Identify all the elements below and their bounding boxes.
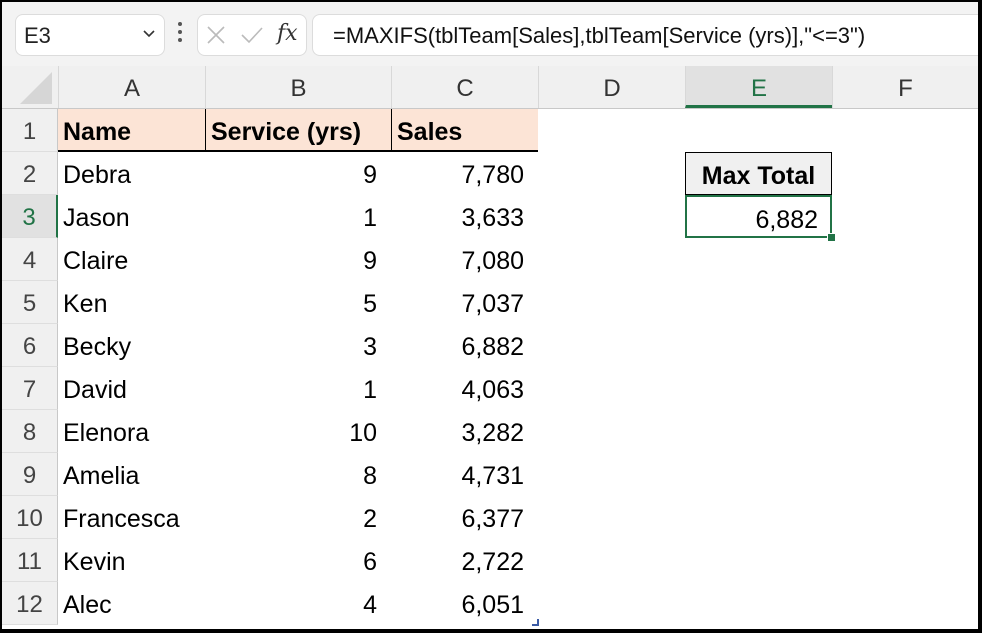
- select-all-button[interactable]: [2, 66, 58, 108]
- row-header-2[interactable]: 2: [2, 152, 58, 195]
- table-cell-service[interactable]: 1: [205, 195, 391, 238]
- table-cell-service[interactable]: 6: [205, 539, 391, 582]
- table-cell-name[interactable]: Elenora: [58, 410, 205, 453]
- close-icon[interactable]: [206, 25, 226, 45]
- insert-function-icon[interactable]: fx: [277, 21, 298, 46]
- formula-input[interactable]: =MAXIFS(tblTeam[Sales],tblTeam[Service (…: [312, 14, 978, 56]
- name-box[interactable]: E3: [15, 14, 165, 56]
- table-cell-sales[interactable]: 7,037: [391, 281, 538, 324]
- table-cell-name[interactable]: Becky: [58, 324, 205, 367]
- column-header-a[interactable]: A: [58, 66, 205, 108]
- table-header-sales[interactable]: Sales: [391, 109, 538, 152]
- table-cell-sales[interactable]: 7,080: [391, 238, 538, 281]
- excel-window: E3 fx =MAXIFS(tblTeam[Sales],tblTeam[Ser…: [2, 2, 978, 629]
- formula-bar: E3 fx =MAXIFS(tblTeam[Sales],tblTeam[Ser…: [2, 2, 978, 66]
- column-header-d[interactable]: D: [538, 66, 685, 108]
- table-header-service[interactable]: Service (yrs): [205, 109, 391, 152]
- table-cell-name[interactable]: Debra: [58, 152, 205, 195]
- table-cell-sales[interactable]: 6,377: [391, 496, 538, 539]
- table-cell-service[interactable]: 4: [205, 582, 391, 625]
- table-cell-sales[interactable]: 6,882: [391, 324, 538, 367]
- table-cell-service[interactable]: 3: [205, 324, 391, 367]
- column-header-e[interactable]: E: [685, 66, 832, 108]
- row-header-5[interactable]: 5: [2, 281, 58, 324]
- fill-handle[interactable]: [827, 233, 836, 242]
- table-cell-service[interactable]: 5: [205, 281, 391, 324]
- chevron-down-icon[interactable]: [142, 26, 156, 40]
- table-cell-service[interactable]: 8: [205, 453, 391, 496]
- table-cell-sales[interactable]: 3,282: [391, 410, 538, 453]
- row-header-6[interactable]: 6: [2, 324, 58, 367]
- table-cell-service[interactable]: 10: [205, 410, 391, 453]
- column-header-c[interactable]: C: [391, 66, 538, 108]
- table-cell-sales[interactable]: 3,633: [391, 195, 538, 238]
- more-options-icon[interactable]: [176, 18, 184, 48]
- table-cell-service[interactable]: 9: [205, 238, 391, 281]
- table-cell-service[interactable]: 2: [205, 496, 391, 539]
- max-total-label[interactable]: Max Total: [685, 152, 832, 195]
- table-cell-name[interactable]: Amelia: [58, 453, 205, 496]
- column-header-b[interactable]: B: [205, 66, 391, 108]
- table-cell-name[interactable]: Alec: [58, 582, 205, 625]
- formula-text: =MAXIFS(tblTeam[Sales],tblTeam[Service (…: [333, 23, 866, 48]
- row-header-10[interactable]: 10: [2, 496, 58, 539]
- table-cell-name[interactable]: Kevin: [58, 539, 205, 582]
- max-total-value-cell[interactable]: 6,882: [685, 195, 832, 238]
- table-cell-sales[interactable]: 4,731: [391, 453, 538, 496]
- check-icon[interactable]: [240, 25, 264, 45]
- table-cell-name[interactable]: Claire: [58, 238, 205, 281]
- row-header-1[interactable]: 1: [2, 109, 58, 152]
- table-cell-service[interactable]: 9: [205, 152, 391, 195]
- table-header-name[interactable]: Name: [58, 109, 205, 152]
- table-resize-handle[interactable]: [532, 619, 539, 626]
- table-cell-name[interactable]: Jason: [58, 195, 205, 238]
- column-headers: A B C D E F: [2, 66, 978, 109]
- table-cell-name[interactable]: David: [58, 367, 205, 410]
- table-cell-sales[interactable]: 2,722: [391, 539, 538, 582]
- table-cell-name[interactable]: Ken: [58, 281, 205, 324]
- column-header-f[interactable]: F: [832, 66, 978, 108]
- table-cell-sales[interactable]: 6,051: [391, 582, 538, 625]
- row-header-12[interactable]: 12: [2, 582, 58, 625]
- row-header-11[interactable]: 11: [2, 539, 58, 582]
- row-header-7[interactable]: 7: [2, 367, 58, 410]
- name-box-value: E3: [24, 23, 51, 48]
- table-cell-service[interactable]: 1: [205, 367, 391, 410]
- row-header-8[interactable]: 8: [2, 410, 58, 453]
- formula-buttons: fx: [197, 14, 307, 56]
- table-cell-name[interactable]: Francesca: [58, 496, 205, 539]
- row-header-4[interactable]: 4: [2, 238, 58, 281]
- table-cell-sales[interactable]: 7,780: [391, 152, 538, 195]
- table-cell-sales[interactable]: 4,063: [391, 367, 538, 410]
- row-header-3[interactable]: 3: [2, 195, 58, 238]
- row-header-9[interactable]: 9: [2, 453, 58, 496]
